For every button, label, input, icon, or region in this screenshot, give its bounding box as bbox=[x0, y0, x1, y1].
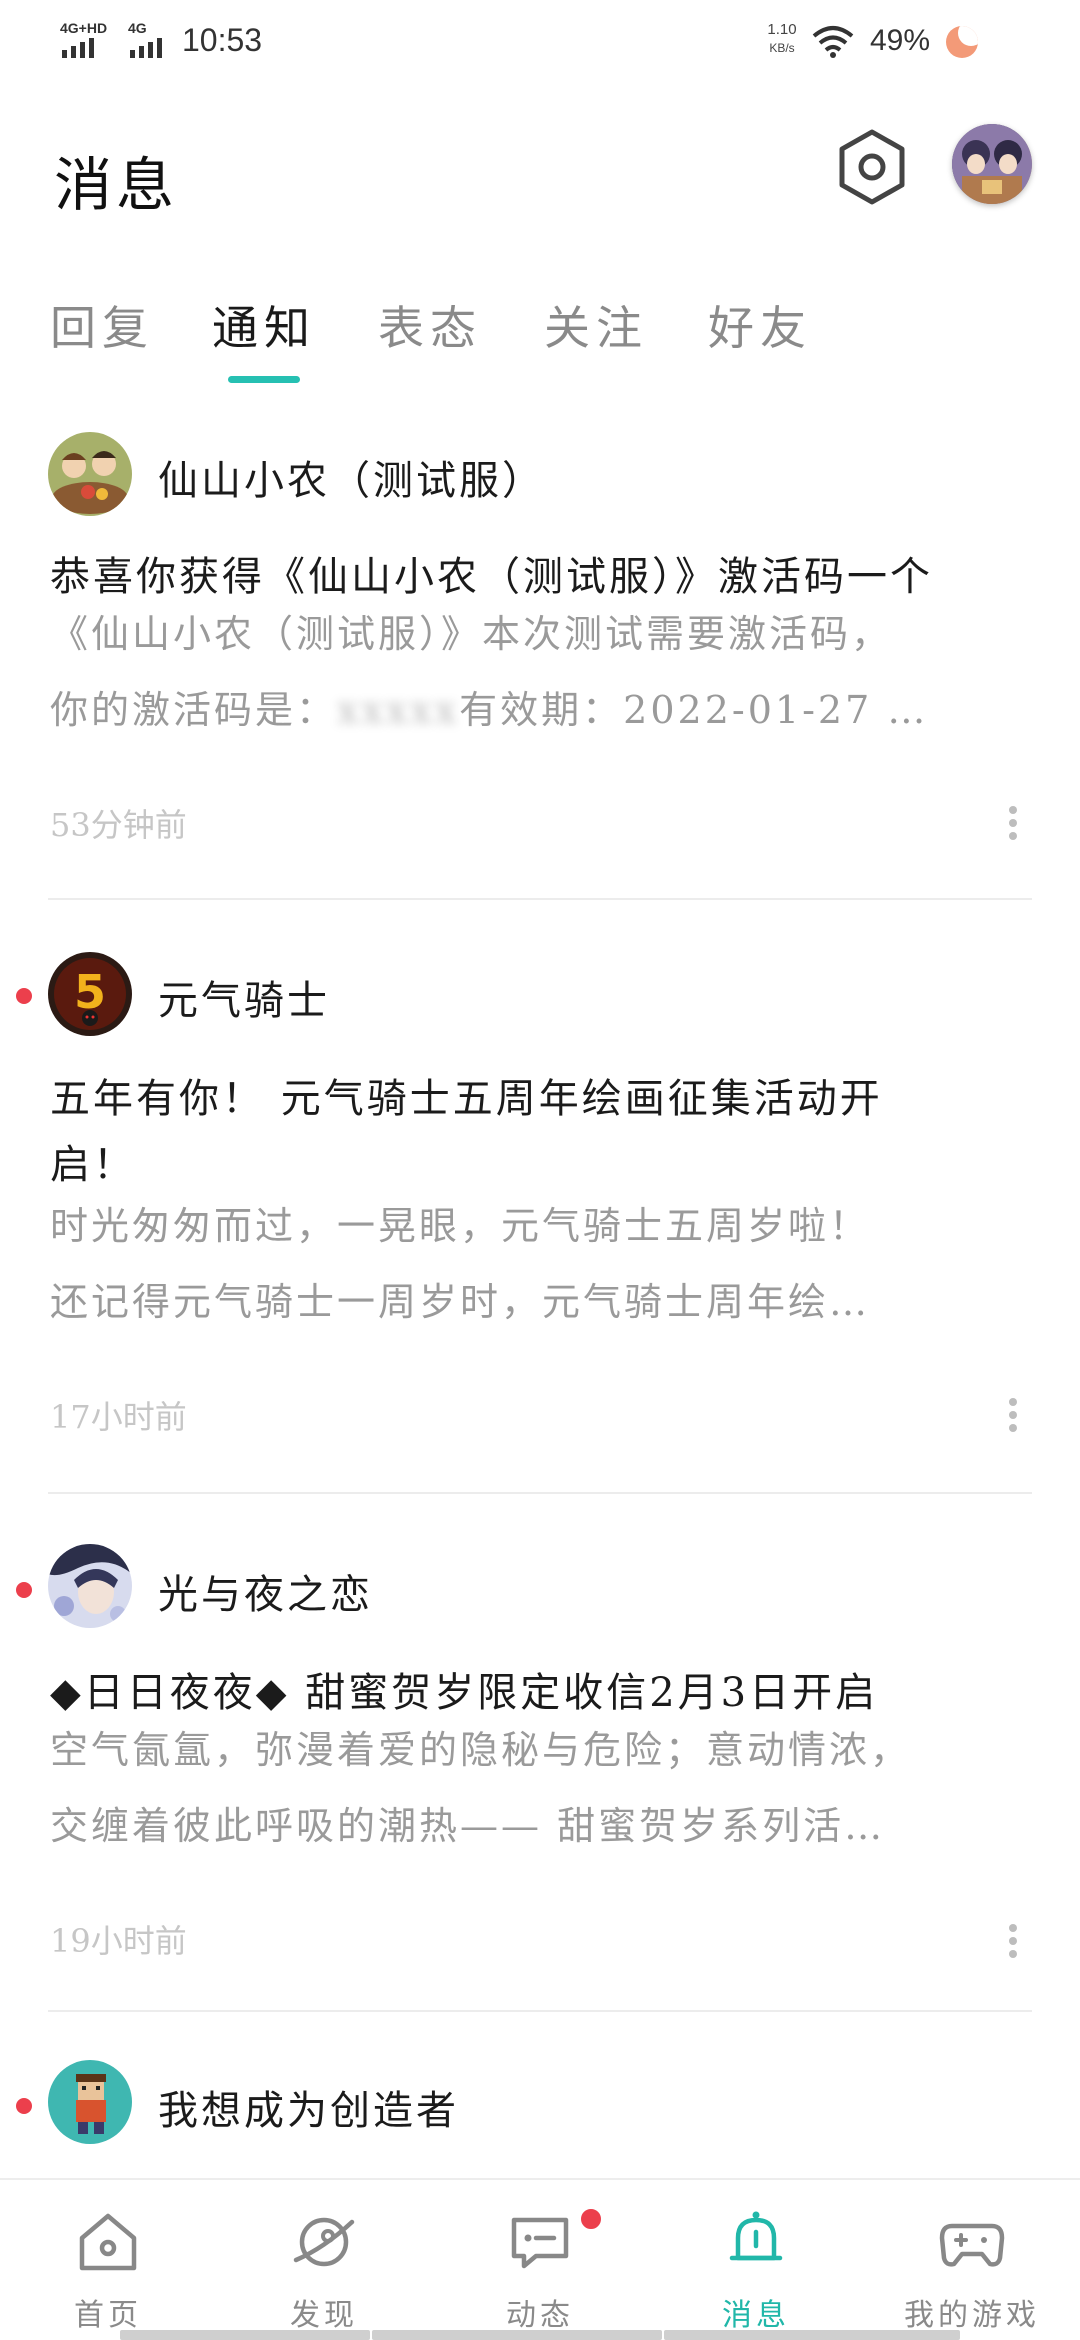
nav-label: 发现 bbox=[290, 2298, 358, 2333]
nav-home[interactable]: 首页 bbox=[0, 2180, 216, 2340]
game-icon-soul-knight[interactable]: 5 bbox=[48, 952, 132, 1036]
gesture-bar bbox=[664, 2330, 960, 2340]
notification-badge bbox=[578, 2206, 604, 2232]
wifi-icon bbox=[812, 26, 854, 58]
message-body-line: 空气氤氲，弥漫着爱的隐秘与危险；意动情浓， bbox=[50, 1728, 912, 1772]
chat-icon bbox=[511, 2217, 569, 2269]
nav-label: 我的游戏 bbox=[904, 2298, 1040, 2333]
tab-notifications[interactable]: 通知 bbox=[212, 292, 316, 358]
sender-name: 我想成为创造者 bbox=[158, 2088, 459, 2134]
user-avatar[interactable] bbox=[952, 124, 1032, 204]
bottom-navigation: 首页 发现 动态 消息 我的游戏 bbox=[0, 2178, 1080, 2340]
message-body-line: 时光匆匆而过，一晃眼，元气骑士五周岁啦！ bbox=[50, 1204, 871, 1248]
unread-dot bbox=[16, 1582, 32, 1598]
message-time: 53分钟前 bbox=[50, 806, 187, 844]
nav-my-games[interactable]: 我的游戏 bbox=[864, 2180, 1080, 2340]
home-icon bbox=[79, 2213, 137, 2271]
divider bbox=[48, 898, 1032, 900]
tab-replies[interactable]: 回复 bbox=[50, 292, 154, 358]
more-options-icon[interactable] bbox=[1006, 1924, 1020, 1964]
status-time: 10:53 bbox=[182, 22, 263, 58]
network-speed-unit: KB/s bbox=[769, 41, 795, 55]
message-body-line: 还记得元气骑士一周岁时，元气骑士周年绘… bbox=[50, 1280, 871, 1324]
message-time: 19小时前 bbox=[50, 1922, 187, 1960]
message-body: 《仙山小农（测试服）》本次测试需要激活码， 你的激活码是：xxxxx有效期：20… bbox=[50, 596, 1040, 748]
nav-label: 动态 bbox=[506, 2298, 574, 2333]
network-speed: 1.10 KB/s bbox=[760, 20, 804, 58]
unread-dot bbox=[16, 2098, 32, 2114]
list-item[interactable]: 5 元气骑士 五年有你！ 元气骑士五周年绘画征集活动开 启！ 时光匆匆而过，一晃… bbox=[0, 944, 1080, 1484]
settings-gear-icon[interactable] bbox=[836, 128, 908, 208]
game-icon-light-and-night[interactable] bbox=[48, 1544, 132, 1628]
list-item[interactable]: 我想成为创造者 bbox=[0, 2056, 1080, 2176]
sender-name: 光与夜之恋 bbox=[158, 1572, 373, 1618]
nav-discover[interactable]: 发现 bbox=[216, 2180, 432, 2340]
message-body: 时光匆匆而过，一晃眼，元气骑士五周岁啦！ 还记得元气骑士一周岁时，元气骑士周年绘… bbox=[50, 1188, 1040, 1340]
list-item[interactable]: 光与夜之恋 ◆日日夜夜◆ 甜蜜贺岁限定收信2月3日开启 空气氤氲，弥漫着爱的隐秘… bbox=[0, 1540, 1080, 2020]
message-title: 五年有你！ 元气骑士五周年绘画征集活动开 启！ bbox=[50, 1066, 1040, 1198]
signal-icon-1 bbox=[62, 38, 94, 58]
tab-following[interactable]: 关注 bbox=[544, 292, 648, 358]
page-title: 消息 bbox=[54, 151, 179, 219]
status-bar: 4G+HD 4G 10:53 1.10 KB/s 49% bbox=[0, 0, 1080, 90]
message-body-line: 交缠着彼此呼吸的潮热—— 甜蜜贺岁系列活… bbox=[50, 1804, 886, 1848]
message-body: 空气氤氲，弥漫着爱的隐秘与危险；意动情浓， 交缠着彼此呼吸的潮热—— 甜蜜贺岁系… bbox=[50, 1712, 1040, 1864]
activation-code-blurred: xxxxx bbox=[337, 688, 460, 732]
do-not-disturb-moon-icon bbox=[946, 26, 978, 58]
nav-label: 首页 bbox=[74, 2298, 142, 2333]
message-body-line: 你的激活码是：xxxxx有效期：2022-01-27 … bbox=[50, 672, 1040, 748]
divider bbox=[48, 1492, 1032, 1494]
game-icon-creator[interactable] bbox=[48, 2060, 132, 2144]
signal-icon-2 bbox=[130, 38, 162, 58]
message-tabs: 回复 通知 表态 关注 好友 bbox=[0, 280, 1080, 390]
activation-code-prefix: 你的激活码是： bbox=[50, 688, 338, 732]
active-tab-indicator bbox=[228, 376, 300, 383]
list-item[interactable]: 仙山小农（测试服） 恭喜你获得《仙山小农（测试服）》激活码一个 《仙山小农（测试… bbox=[0, 420, 1080, 900]
more-options-icon[interactable] bbox=[1006, 1398, 1020, 1438]
gamepad-icon bbox=[939, 2223, 1005, 2267]
gesture-bar bbox=[372, 2330, 662, 2340]
nav-messages[interactable]: 消息 bbox=[648, 2180, 864, 2340]
divider bbox=[48, 2010, 1032, 2012]
tab-friends[interactable]: 好友 bbox=[708, 292, 812, 358]
bell-icon bbox=[729, 2211, 783, 2261]
message-title-line: 五年有你！ 元气骑士五周年绘画征集活动开 bbox=[50, 1076, 883, 1122]
expiry-text: 有效期：2022-01-27 … bbox=[459, 688, 929, 732]
nav-label: 消息 bbox=[722, 2298, 790, 2333]
message-time: 17小时前 bbox=[50, 1398, 187, 1436]
battery-level: 49% bbox=[870, 24, 931, 57]
network-type-2: 4G bbox=[128, 20, 147, 36]
unread-dot bbox=[16, 988, 32, 1004]
nav-feed[interactable]: 动态 bbox=[432, 2180, 648, 2340]
sender-name: 元气骑士 bbox=[158, 978, 330, 1024]
gesture-bar bbox=[120, 2330, 370, 2340]
sender-name: 仙山小农（测试服） bbox=[158, 458, 545, 504]
more-options-icon[interactable] bbox=[1006, 806, 1020, 846]
network-type-1: 4G+HD bbox=[60, 20, 108, 36]
network-speed-value: 1.10 bbox=[767, 21, 797, 38]
message-body-line: 《仙山小农（测试服）》本次测试需要激活码， bbox=[50, 612, 893, 656]
planet-icon bbox=[293, 2217, 355, 2267]
tab-reactions[interactable]: 表态 bbox=[378, 292, 482, 358]
game-icon-xianshan[interactable] bbox=[48, 432, 132, 516]
